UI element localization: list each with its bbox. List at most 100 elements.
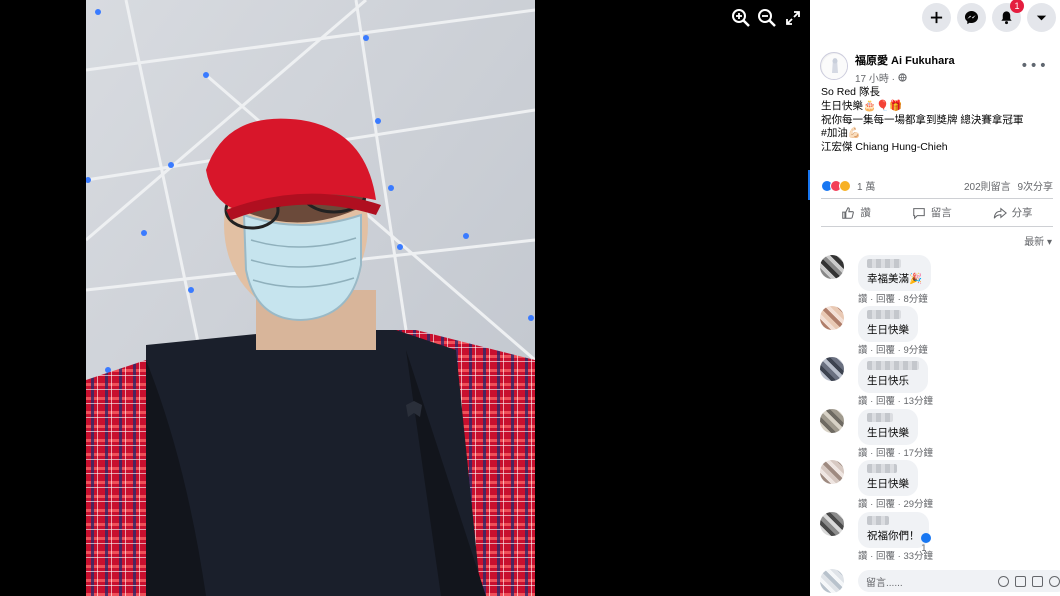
comment-reply-link[interactable]: 回覆 bbox=[876, 345, 895, 356]
divider bbox=[821, 198, 1053, 199]
post-timestamp[interactable]: 17 小時 · bbox=[855, 70, 955, 85]
comment-reply-link[interactable]: 回覆 bbox=[876, 551, 895, 562]
commenter-avatar[interactable] bbox=[820, 460, 844, 484]
comment-likes: 1 bbox=[921, 543, 927, 554]
commenter-name[interactable] bbox=[867, 413, 893, 422]
top-actions: 1 bbox=[922, 0, 1056, 32]
zoom-in-icon[interactable] bbox=[729, 6, 753, 30]
comment-item: 祝福你們！ 讚 · 回覆 · 33分鐘 1 bbox=[820, 512, 933, 562]
caption-line[interactable]: 江宏傑 Chiang Hung-Chieh bbox=[821, 141, 1053, 155]
post-photo[interactable] bbox=[86, 0, 535, 596]
divider bbox=[821, 226, 1053, 227]
comment-reaction-count[interactable]: 1 bbox=[921, 533, 931, 554]
commenter-avatar[interactable] bbox=[820, 409, 844, 433]
comment-text: 生日快樂 bbox=[867, 478, 909, 490]
share-icon bbox=[993, 207, 1007, 219]
share-button[interactable]: 分享 bbox=[993, 205, 1033, 220]
bell-icon bbox=[1001, 11, 1012, 25]
caption-line: So Red 隊長 bbox=[821, 86, 880, 98]
post-actions: 讚 留言 分享 bbox=[821, 205, 1053, 220]
comment-time[interactable]: 17分鐘 bbox=[903, 448, 933, 459]
comment-bubble: 生日快樂 bbox=[858, 306, 918, 342]
comment-label: 留言 bbox=[930, 207, 952, 219]
post-stats: 1 萬 202則留言 9次分享 bbox=[821, 178, 1053, 193]
comment-like-link[interactable]: 讚 bbox=[858, 345, 868, 356]
current-user-avatar bbox=[820, 569, 844, 593]
expand-icon[interactable] bbox=[781, 6, 805, 30]
author-name[interactable]: 福原愛 Ai Fukuhara bbox=[855, 52, 955, 68]
messenger-button[interactable] bbox=[957, 3, 986, 32]
author-avatar[interactable] bbox=[820, 52, 848, 80]
commenter-name[interactable] bbox=[867, 361, 919, 370]
caret-down-icon bbox=[1036, 15, 1047, 21]
account-menu-button[interactable] bbox=[1027, 3, 1056, 32]
post-caption: So Red 隊長 生日快樂🎂🎈🎁 祝你每一集每一場都拿到獎牌 總決賽拿冠軍 #… bbox=[821, 86, 1053, 155]
comment-meta: 讚 · 回覆 · 8分鐘 bbox=[858, 294, 928, 305]
comment-item: 生日快乐 讚 · 回覆 · 13分鐘 bbox=[820, 357, 933, 407]
create-button[interactable] bbox=[922, 3, 951, 32]
comment-button[interactable]: 留言 bbox=[912, 205, 952, 220]
comment-meta: 讚 · 回覆 · 17分鐘 bbox=[858, 448, 934, 459]
comment-input[interactable]: 留言...... bbox=[858, 570, 1060, 592]
comment-like-link[interactable]: 讚 bbox=[858, 294, 868, 305]
comment-like-link[interactable]: 讚 bbox=[858, 448, 868, 459]
caption-line: 祝你每一集每一場都拿到獎牌 總決賽拿冠軍 bbox=[821, 113, 1024, 126]
comment-time[interactable]: 8分鐘 bbox=[903, 294, 927, 305]
comment-item: 生日快樂 讚 · 回覆 · 9分鐘 bbox=[820, 306, 928, 356]
comment-reply-link[interactable]: 回覆 bbox=[876, 294, 895, 305]
comment-bubble: 祝福你們！ bbox=[858, 512, 929, 548]
comment-reply-link[interactable]: 回覆 bbox=[876, 499, 895, 510]
comment-bubble: 生日快樂 bbox=[858, 409, 918, 445]
sort-label: 最新 bbox=[1024, 237, 1045, 248]
comment-icon bbox=[912, 207, 925, 220]
camera-icon[interactable] bbox=[1015, 575, 1026, 587]
shares-count[interactable]: 9次分享 bbox=[1017, 182, 1053, 193]
comment-item: 生日快樂 讚 · 回覆 · 29分鐘 bbox=[820, 460, 933, 510]
like-reaction-icon bbox=[921, 533, 931, 543]
comment-time[interactable]: 29分鐘 bbox=[903, 499, 933, 510]
caret-down-icon: ▾ bbox=[1046, 237, 1052, 248]
comment-text: 祝福你們！ bbox=[867, 530, 920, 542]
wow-reaction-icon bbox=[839, 179, 851, 192]
share-label: 分享 bbox=[1011, 207, 1033, 219]
sticker-icon[interactable] bbox=[1049, 575, 1060, 587]
post-sidebar: 1 福原愛 Ai Fukuhara 17 小時 · ••• So Red 隊長 … bbox=[810, 0, 1060, 596]
comment-text: 生日快樂 bbox=[867, 427, 909, 439]
more-options-icon[interactable]: ••• bbox=[1020, 58, 1048, 74]
commenter-avatar[interactable] bbox=[820, 357, 844, 381]
comment-reply-link[interactable]: 回覆 bbox=[876, 396, 895, 407]
notifications-button[interactable]: 1 bbox=[992, 0, 1024, 32]
commenter-name[interactable] bbox=[867, 259, 901, 268]
commenter-avatar[interactable] bbox=[820, 255, 844, 279]
comment-text: 生日快乐 bbox=[867, 375, 909, 387]
comment-sort-dropdown[interactable]: 最新 ▾ bbox=[1024, 233, 1052, 248]
gif-icon[interactable] bbox=[1032, 575, 1043, 587]
comment-like-link[interactable]: 讚 bbox=[858, 499, 868, 510]
comment-time[interactable]: 13分鐘 bbox=[903, 396, 933, 407]
commenter-avatar[interactable] bbox=[820, 306, 844, 330]
comment-like-link[interactable]: 讚 bbox=[858, 396, 868, 407]
comment-bubble: 幸福美滿🎉 bbox=[858, 255, 932, 291]
selfie-image bbox=[86, 0, 535, 596]
reaction-summary[interactable]: 1 萬 bbox=[821, 178, 875, 193]
commenter-name[interactable] bbox=[867, 310, 901, 319]
commenter-avatar[interactable] bbox=[820, 512, 844, 536]
emoji-icon[interactable] bbox=[998, 575, 1009, 587]
comment-composer: 留言...... bbox=[820, 569, 1060, 593]
composer-tools bbox=[998, 575, 1060, 587]
comment-like-link[interactable]: 讚 bbox=[858, 551, 868, 562]
commenter-name[interactable] bbox=[867, 464, 897, 473]
caption-line[interactable]: #加油💪🏻 bbox=[821, 127, 1053, 141]
zoom-out-icon[interactable] bbox=[755, 6, 779, 30]
like-button[interactable]: 讚 bbox=[841, 205, 871, 220]
comment-reply-link[interactable]: 回覆 bbox=[876, 448, 895, 459]
globe-icon bbox=[898, 73, 907, 82]
thumbs-up-icon bbox=[842, 206, 855, 219]
caption-line: 生日快樂🎂🎈🎁 bbox=[821, 99, 903, 112]
commenter-name[interactable] bbox=[867, 516, 889, 525]
comments-count[interactable]: 202則留言 bbox=[964, 182, 1011, 193]
post-author: 福原愛 Ai Fukuhara 17 小時 · bbox=[820, 52, 955, 85]
photo-viewer bbox=[0, 0, 810, 596]
comment-meta: 讚 · 回覆 · 29分鐘 bbox=[858, 499, 934, 510]
comment-time[interactable]: 9分鐘 bbox=[903, 345, 927, 356]
